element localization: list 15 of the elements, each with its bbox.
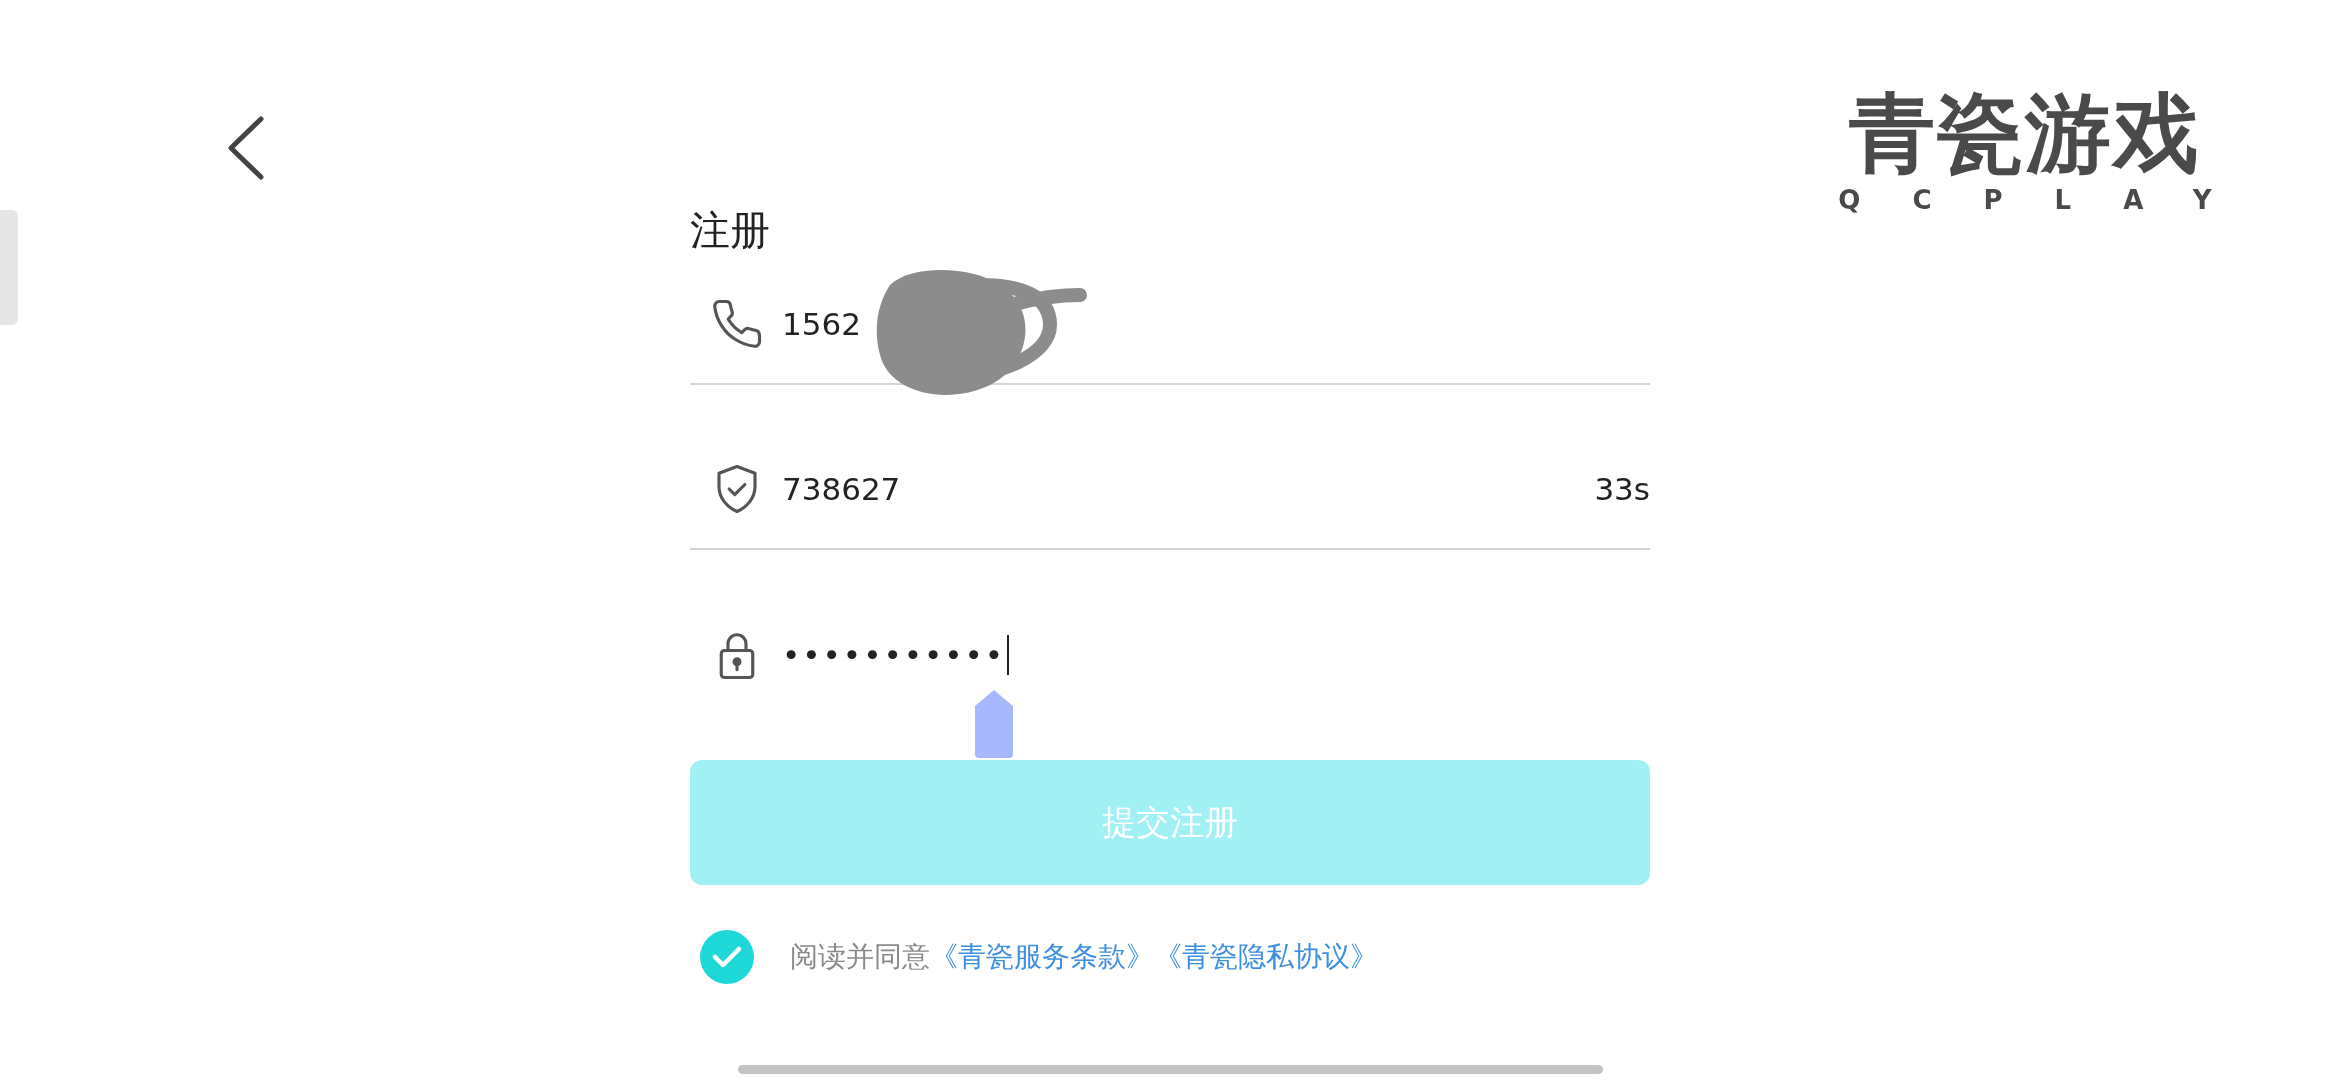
logo-subtitle: QCPLAY [1837,184,2264,217]
check-icon [712,945,742,969]
back-icon[interactable] [226,115,266,181]
phone-icon [710,297,764,351]
home-indicator[interactable] [738,1065,1603,1074]
page-title: 注册 [690,206,770,255]
code-field[interactable]: 738627 [782,465,901,513]
agree-checkbox[interactable] [700,930,754,984]
edge-handle[interactable] [0,210,18,325]
countdown-timer: 33s [1594,469,1650,509]
logo-title: 青瓷游戏 [1849,85,2201,181]
cursor-handle-icon[interactable] [975,690,1013,758]
phone-field[interactable]: 1562 [782,300,861,348]
password-field[interactable]: ••••••••••• [782,631,1010,679]
agreement-text: 阅读并同意 [790,939,930,975]
